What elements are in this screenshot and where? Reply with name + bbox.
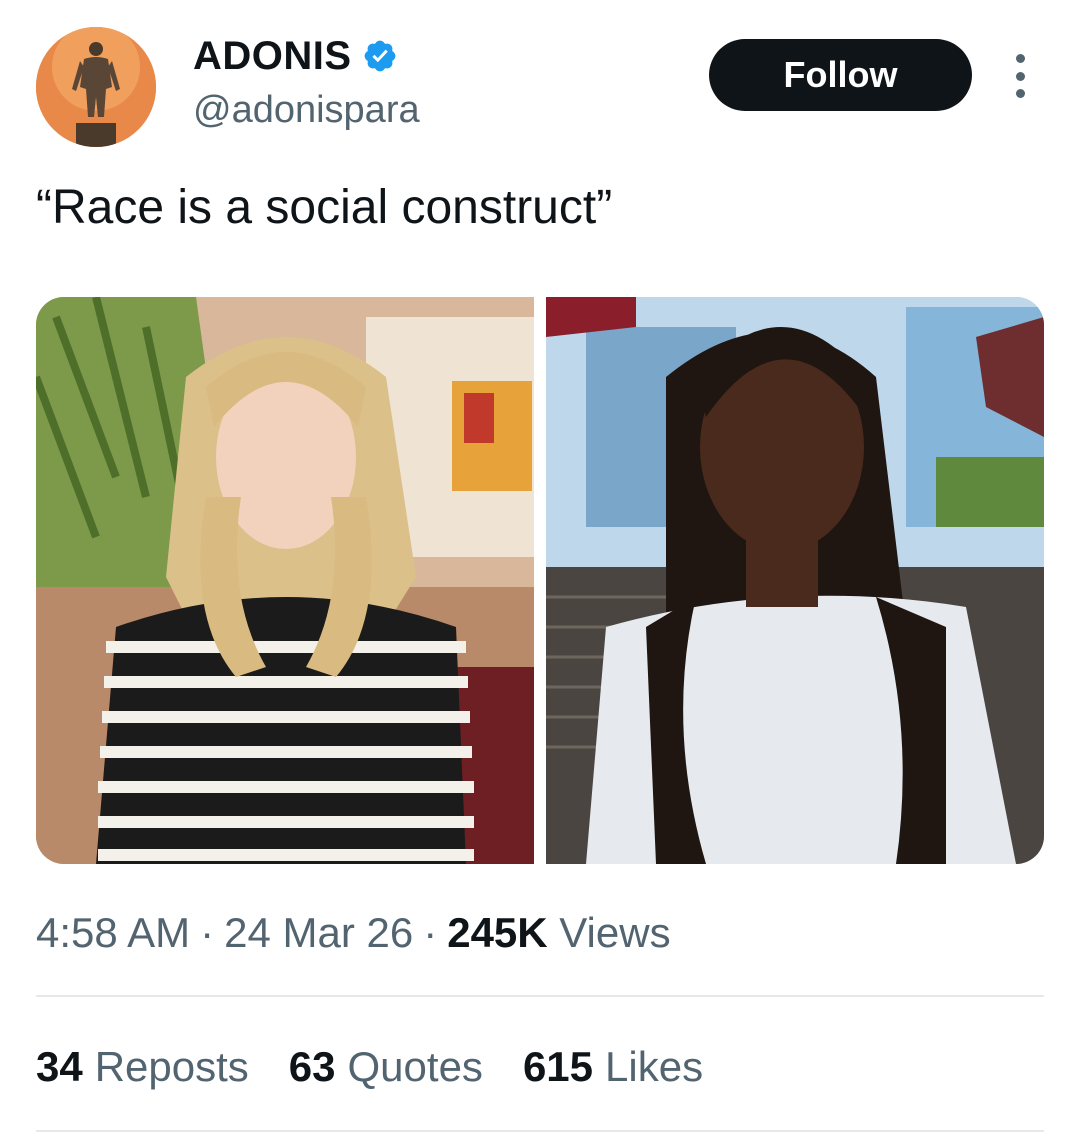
tweet-time[interactable]: 4:58 AM (36, 909, 190, 956)
reposts-stat[interactable]: 34 Reposts (36, 1040, 249, 1094)
author-display-name[interactable]: ADONIS (193, 34, 352, 78)
more-dot (1015, 89, 1025, 98)
views-label: Views (559, 909, 671, 956)
blonde-woman-photo-icon (36, 297, 534, 864)
tweet-date[interactable]: 24 Mar 26 (224, 909, 413, 956)
tweet-media-grid (36, 297, 1044, 864)
tweet-meta: 4:58 AM · 24 Mar 26 · 245K Views (36, 906, 671, 960)
quotes-label: Quotes (347, 1043, 483, 1090)
quotes-stat[interactable]: 63 Quotes (289, 1040, 483, 1094)
likes-stat[interactable]: 615 Likes (523, 1040, 703, 1094)
more-dot (1015, 71, 1025, 81)
more-dot (1015, 54, 1025, 63)
meta-separator: · (200, 909, 215, 956)
verified-badge-icon[interactable] (362, 38, 398, 74)
views-count: 245K (447, 909, 548, 956)
divider (36, 995, 1044, 997)
dark-haired-woman-photo-icon (546, 297, 1044, 864)
more-vertical-icon[interactable] (1008, 54, 1032, 98)
reposts-count: 34 (36, 1043, 83, 1090)
tweet-stats: 34 Reposts 63 Quotes 615 Likes (36, 1040, 703, 1094)
author-name-row: ADONIS (193, 34, 398, 78)
reposts-label: Reposts (94, 1043, 249, 1090)
statue-avatar-icon (36, 27, 156, 147)
author-handle[interactable]: @adonispara (193, 88, 420, 132)
quotes-count: 63 (288, 1043, 336, 1090)
tweet-photo-right[interactable] (546, 297, 1044, 864)
likes-count: 615 (522, 1043, 594, 1090)
meta-separator: · (423, 909, 438, 956)
follow-button[interactable]: Follow (709, 39, 972, 111)
author-avatar[interactable] (36, 27, 156, 147)
likes-label: Likes (605, 1043, 704, 1090)
divider (36, 1130, 1044, 1132)
tweet-photo-left[interactable] (36, 297, 534, 864)
tweet-text: “Race is a social construct” (36, 181, 613, 234)
